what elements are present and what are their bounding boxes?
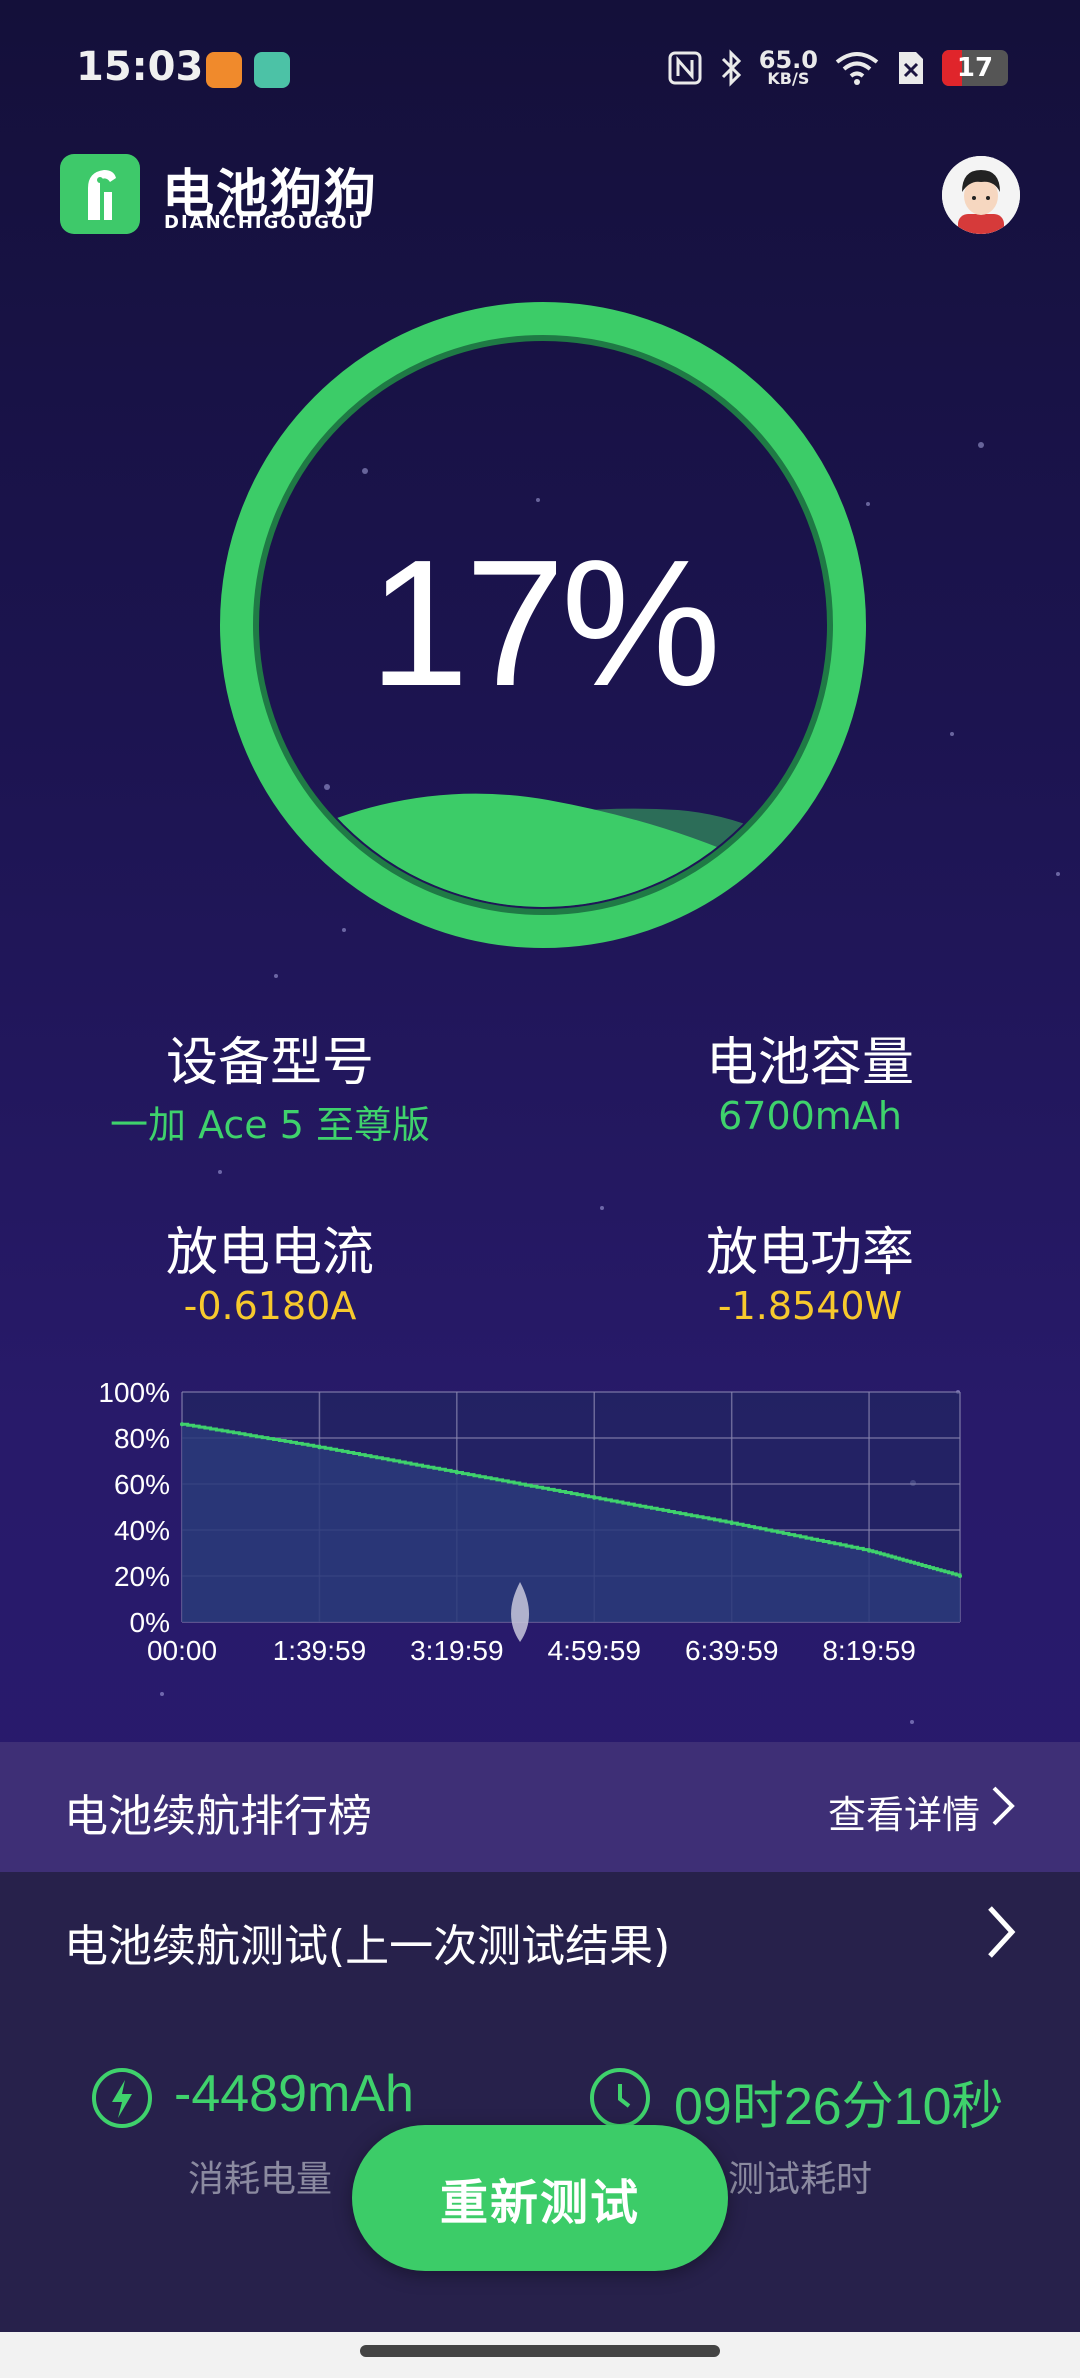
retest-button[interactable]: 重新测试 [352,2125,728,2271]
current-label: 放电电流 [165,1223,374,1283]
app-name-en: DIANCHIGOUGOU [164,212,365,233]
chart-x-tick-label: 4:59:59 [548,1635,641,1666]
chart-x-tick-label: 3:19:59 [410,1635,503,1666]
consumed-label: 消耗电量 [188,2159,333,2200]
chart-point [729,1521,734,1526]
test-title[interactable]: 电池续航测试(上一次测试结果) [64,1910,670,1974]
duration-label: 测试耗时 [728,2159,873,2200]
chart-x-tick-label: 00:00 [147,1635,217,1666]
chart-point [867,1548,872,1553]
ranking-row[interactable]: 电池续航排行榜 查看详情 [0,1742,1080,1872]
chart-x-tick-label: 8:19:59 [822,1635,915,1666]
wifi-icon [834,48,880,88]
ranking-details-link[interactable]: 查看详情 [828,1784,980,1839]
clock-icon [590,2068,650,2128]
chart-point [958,1574,962,1578]
app-logo [60,154,140,234]
capacity-label: 电池容量 [705,1033,914,1093]
chart-point [592,1495,597,1500]
chart-y-tick-label: 60% [114,1469,170,1500]
chart-x-tick-label: 6:39:59 [685,1635,778,1666]
status-bar: 15:03 65.0 KB/S 17 [0,0,1080,130]
chart-y-tick-label: 40% [114,1515,170,1546]
chart-y-tick-label: 100% [98,1377,170,1408]
power-value: -1.8540W [717,1284,903,1328]
device-model-label: 设备型号 [165,1033,374,1093]
avatar[interactable] [942,156,1020,234]
chart-x-tick-label: 1:39:59 [273,1635,366,1666]
net-speed: 65.0 KB/S [758,46,818,88]
chart-y-tick-label: 20% [114,1561,170,1592]
capacity-value: 6700mAh [718,1094,902,1138]
discharge-chart: 100% 80% 60% 40% 20% 0%00:00 1:39:59 3:19:59 4:5… [98,1377,962,1666]
duration-value: 09时26分10秒 [674,2078,1004,2136]
chart-point [317,1445,322,1450]
home-indicator[interactable] [360,2345,720,2357]
current-value: -0.6180A [183,1284,357,1328]
chart-point [454,1470,459,1475]
chart-y-tick-label: 0% [130,1607,170,1638]
chart-y-tick-label: 80% [114,1423,170,1454]
key-app-icon [254,52,290,88]
bluetooth-icon [719,48,743,88]
power-label: 放电功率 [705,1223,914,1283]
chevron-right-icon[interactable] [984,1902,1018,1976]
battery-indicator: 17 [942,50,1008,86]
chevron-right-icon[interactable] [988,1782,1018,1841]
sim-off-icon [896,48,926,88]
book-app-icon [206,52,242,88]
ranking-title: 电池续航排行榜 [64,1791,372,1842]
consumed-value: -4489mAh [174,2065,414,2123]
status-time: 15:03 [76,44,204,90]
battery-percent: 17% [368,523,721,724]
chart-point [180,1422,184,1427]
nfc-icon [667,48,703,88]
device-model-value: 一加 Ace 5 至尊版 [109,1103,430,1147]
status-icons: 65.0 KB/S 17 [667,46,1008,90]
lightning-icon [92,2068,152,2128]
